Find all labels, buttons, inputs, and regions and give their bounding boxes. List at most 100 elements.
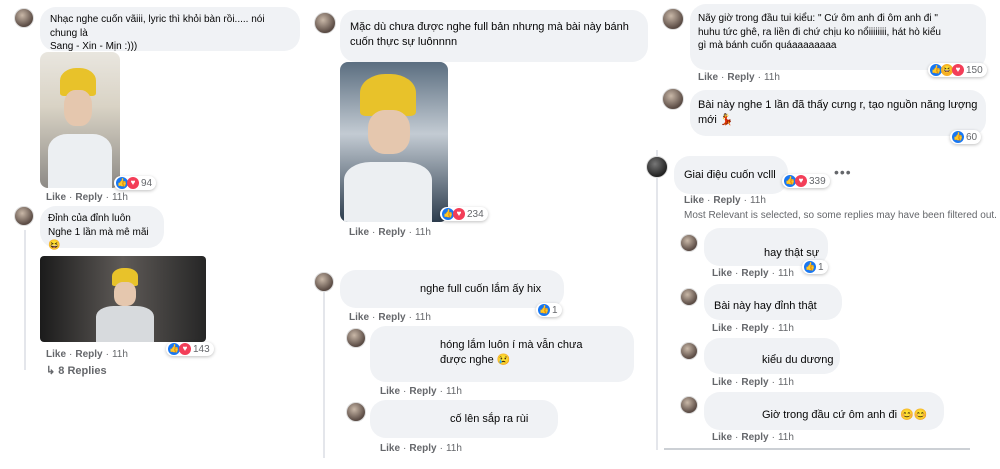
love-icon: ♥ (127, 177, 139, 189)
comment-bubble: Đỉnh của đỉnh luôn Nghe 1 lần mà mê mãi😆 (40, 206, 164, 251)
comment-actions: Like · Reply · 11h (46, 349, 128, 360)
reaction-number: 339 (809, 175, 826, 187)
avatar[interactable] (662, 88, 684, 110)
love-icon: ♥ (952, 64, 964, 76)
separator: · (372, 312, 376, 323)
comment-bubble: Bài này nghe 1 lần đã thấy cưng r, tạo n… (690, 90, 986, 136)
reaction-number: 1 (818, 261, 824, 273)
reply-link[interactable]: Reply (378, 312, 405, 323)
comment-text: cố lên sắp ra rùi (450, 413, 529, 425)
timestamp[interactable]: 11h (764, 72, 780, 83)
avatar[interactable] (314, 12, 336, 34)
like-link[interactable]: Like (46, 349, 66, 360)
comment-bubble: Nhạc nghe cuốn vãiii, lyric thì khỏi bàn… (40, 7, 300, 52)
reply-link[interactable]: Reply (713, 195, 740, 206)
comment-text: Giai điệu cuốn vclll (684, 169, 776, 181)
comment-bubble: Bài này hay đỉnh thật sự (704, 284, 842, 356)
reaction-number: 94 (141, 177, 153, 189)
like-link[interactable]: Like (712, 323, 732, 334)
reaction-count[interactable]: 👍 ♥ 143 (166, 342, 214, 356)
timestamp[interactable]: 11h (446, 386, 462, 397)
reply-link[interactable]: Reply (378, 227, 405, 238)
separator: · (771, 432, 775, 443)
avatar[interactable] (14, 206, 34, 226)
timestamp[interactable]: 11h (112, 349, 128, 360)
love-icon: ♥ (795, 175, 807, 187)
like-link[interactable]: Like (349, 312, 369, 323)
comment-actions: Like · Reply · 11h (380, 386, 462, 397)
avatar[interactable] (662, 8, 684, 30)
comment-image[interactable] (40, 52, 120, 188)
reaction-count[interactable]: 👍 ♥ 94 (114, 176, 157, 190)
avatar[interactable] (346, 402, 366, 422)
reaction-number: 60 (966, 131, 978, 143)
like-icon: 👍 (804, 261, 816, 273)
comment-bubble: kiểu du dương (704, 338, 840, 374)
comment-actions: Like · Reply · 11h (380, 443, 462, 454)
timestamp[interactable]: 11h (778, 323, 794, 334)
timestamp[interactable]: 11h (778, 432, 794, 443)
avatar[interactable] (346, 328, 366, 348)
reply-link[interactable]: Reply (741, 323, 768, 334)
avatar[interactable] (680, 288, 698, 306)
like-link[interactable]: Like (380, 386, 400, 397)
shirt-shape (344, 162, 432, 222)
comment-image[interactable] (340, 62, 448, 222)
timestamp[interactable]: 11h (778, 268, 794, 279)
timestamp[interactable]: 11h (415, 312, 431, 323)
avatar[interactable] (314, 272, 334, 292)
separator: · (771, 323, 775, 334)
reaction-count[interactable]: 👍 1 (536, 303, 562, 317)
like-link[interactable]: Like (712, 268, 732, 279)
like-link[interactable]: Like (46, 192, 66, 203)
timestamp[interactable]: 11h (415, 227, 431, 238)
reply-link[interactable]: Reply (409, 443, 436, 454)
timestamp[interactable]: 11h (112, 192, 128, 203)
reply-link[interactable]: Reply (75, 349, 102, 360)
avatar[interactable] (680, 396, 698, 414)
timestamp[interactable]: 11h (446, 443, 462, 454)
like-link[interactable]: Like (684, 195, 704, 206)
like-icon: 👍 (538, 304, 550, 316)
like-link[interactable]: Like (349, 227, 369, 238)
more-options-icon[interactable]: ••• (834, 164, 852, 180)
reply-link[interactable]: Reply (741, 268, 768, 279)
like-link[interactable]: Like (712, 377, 732, 388)
separator: · (408, 312, 412, 323)
separator: · (105, 349, 109, 360)
reply-link[interactable]: Reply (727, 72, 754, 83)
comment-bubble: Giờ trong đầu cứ ôm anh đi 😊😊 (704, 392, 944, 430)
comment-actions: Like · Reply · 11h (349, 227, 431, 238)
separator: · (743, 195, 747, 206)
reaction-count[interactable]: 👍 60 (950, 130, 982, 144)
comment-bubble: Mặc dù chưa được nghe full bản nhưng mà … (340, 10, 648, 62)
like-link[interactable]: Like (712, 432, 732, 443)
reaction-count[interactable]: 👍 1 (802, 260, 828, 274)
like-link[interactable]: Like (380, 443, 400, 454)
avatar[interactable] (680, 234, 698, 252)
separator: · (105, 192, 109, 203)
reaction-count[interactable]: 👍 ♥ 234 (440, 207, 488, 221)
reply-link[interactable]: Reply (741, 377, 768, 388)
comment-actions: Like · Reply · 11h (712, 377, 794, 388)
separator: · (757, 72, 761, 83)
comment-text: Nãy giờ trong đầu tui kiểu: " Cứ ôm anh … (698, 13, 941, 51)
like-link[interactable]: Like (698, 72, 718, 83)
reply-link[interactable]: Reply (409, 386, 436, 397)
comment-bubble: hóng lắm luôn í mà vẫn chưa được nghe 😢 (370, 326, 634, 382)
view-replies-link[interactable]: ↳ 8 Replies (46, 364, 107, 377)
avatar[interactable] (680, 342, 698, 360)
avatar[interactable] (14, 8, 34, 28)
reply-link[interactable]: Reply (75, 192, 102, 203)
reply-link[interactable]: Reply (741, 432, 768, 443)
reaction-count[interactable]: 👍 ♥ 339 (782, 174, 830, 188)
timestamp[interactable]: 11h (778, 377, 794, 388)
comment-image[interactable] (40, 256, 206, 342)
comment-text: Nhạc nghe cuốn vãiii, lyric thì khỏi bàn… (50, 14, 265, 52)
replies-label: 8 Replies (58, 365, 107, 377)
timestamp[interactable]: 11h (750, 195, 766, 206)
avatar[interactable] (646, 156, 668, 178)
separator: · (439, 386, 443, 397)
reaction-count[interactable]: 👍 😆 ♥ 150 (928, 63, 987, 77)
separator: · (403, 443, 407, 454)
